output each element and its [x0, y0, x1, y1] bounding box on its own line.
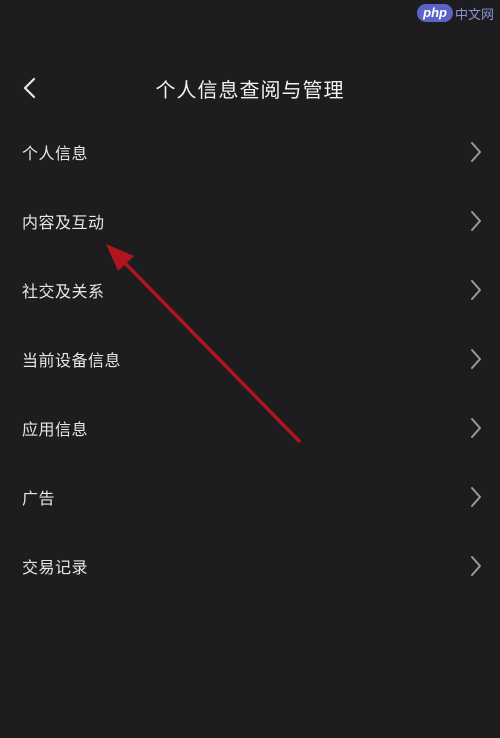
chevron-right-icon	[468, 141, 484, 163]
chevron-right-icon	[468, 486, 484, 508]
chevron-right-icon	[468, 279, 484, 301]
header-bar: 个人信息查阅与管理	[0, 62, 500, 114]
menu-item-social-relations[interactable]: 社交及关系	[0, 255, 500, 324]
menu-list: 个人信息 内容及互动 社交及关系 当前设备信息 应用信息 广告 交易记录	[0, 117, 500, 600]
menu-item-label: 内容及互动	[22, 212, 105, 232]
menu-item-label: 应用信息	[22, 419, 89, 439]
menu-item-label: 个人信息	[22, 143, 89, 163]
menu-item-label: 当前设备信息	[22, 350, 122, 370]
page-title: 个人信息查阅与管理	[155, 78, 345, 102]
menu-item-app-info[interactable]: 应用信息	[0, 393, 500, 462]
watermark-logo: php	[417, 4, 453, 22]
chevron-right-icon	[468, 555, 484, 577]
menu-item-personal-info[interactable]: 个人信息	[0, 117, 500, 186]
chevron-right-icon	[468, 348, 484, 370]
menu-item-ads[interactable]: 广告	[0, 462, 500, 531]
menu-item-device-info[interactable]: 当前设备信息	[0, 324, 500, 393]
watermark: php 中文网	[414, 0, 500, 26]
menu-item-transactions[interactable]: 交易记录	[0, 531, 500, 600]
watermark-text: 中文网	[454, 7, 494, 23]
menu-item-label: 社交及关系	[22, 281, 105, 301]
chevron-right-icon	[468, 417, 484, 439]
menu-item-label: 交易记录	[22, 557, 89, 577]
menu-item-content-interaction[interactable]: 内容及互动	[0, 186, 500, 255]
chevron-right-icon	[468, 210, 484, 232]
menu-item-label: 广告	[22, 488, 56, 508]
